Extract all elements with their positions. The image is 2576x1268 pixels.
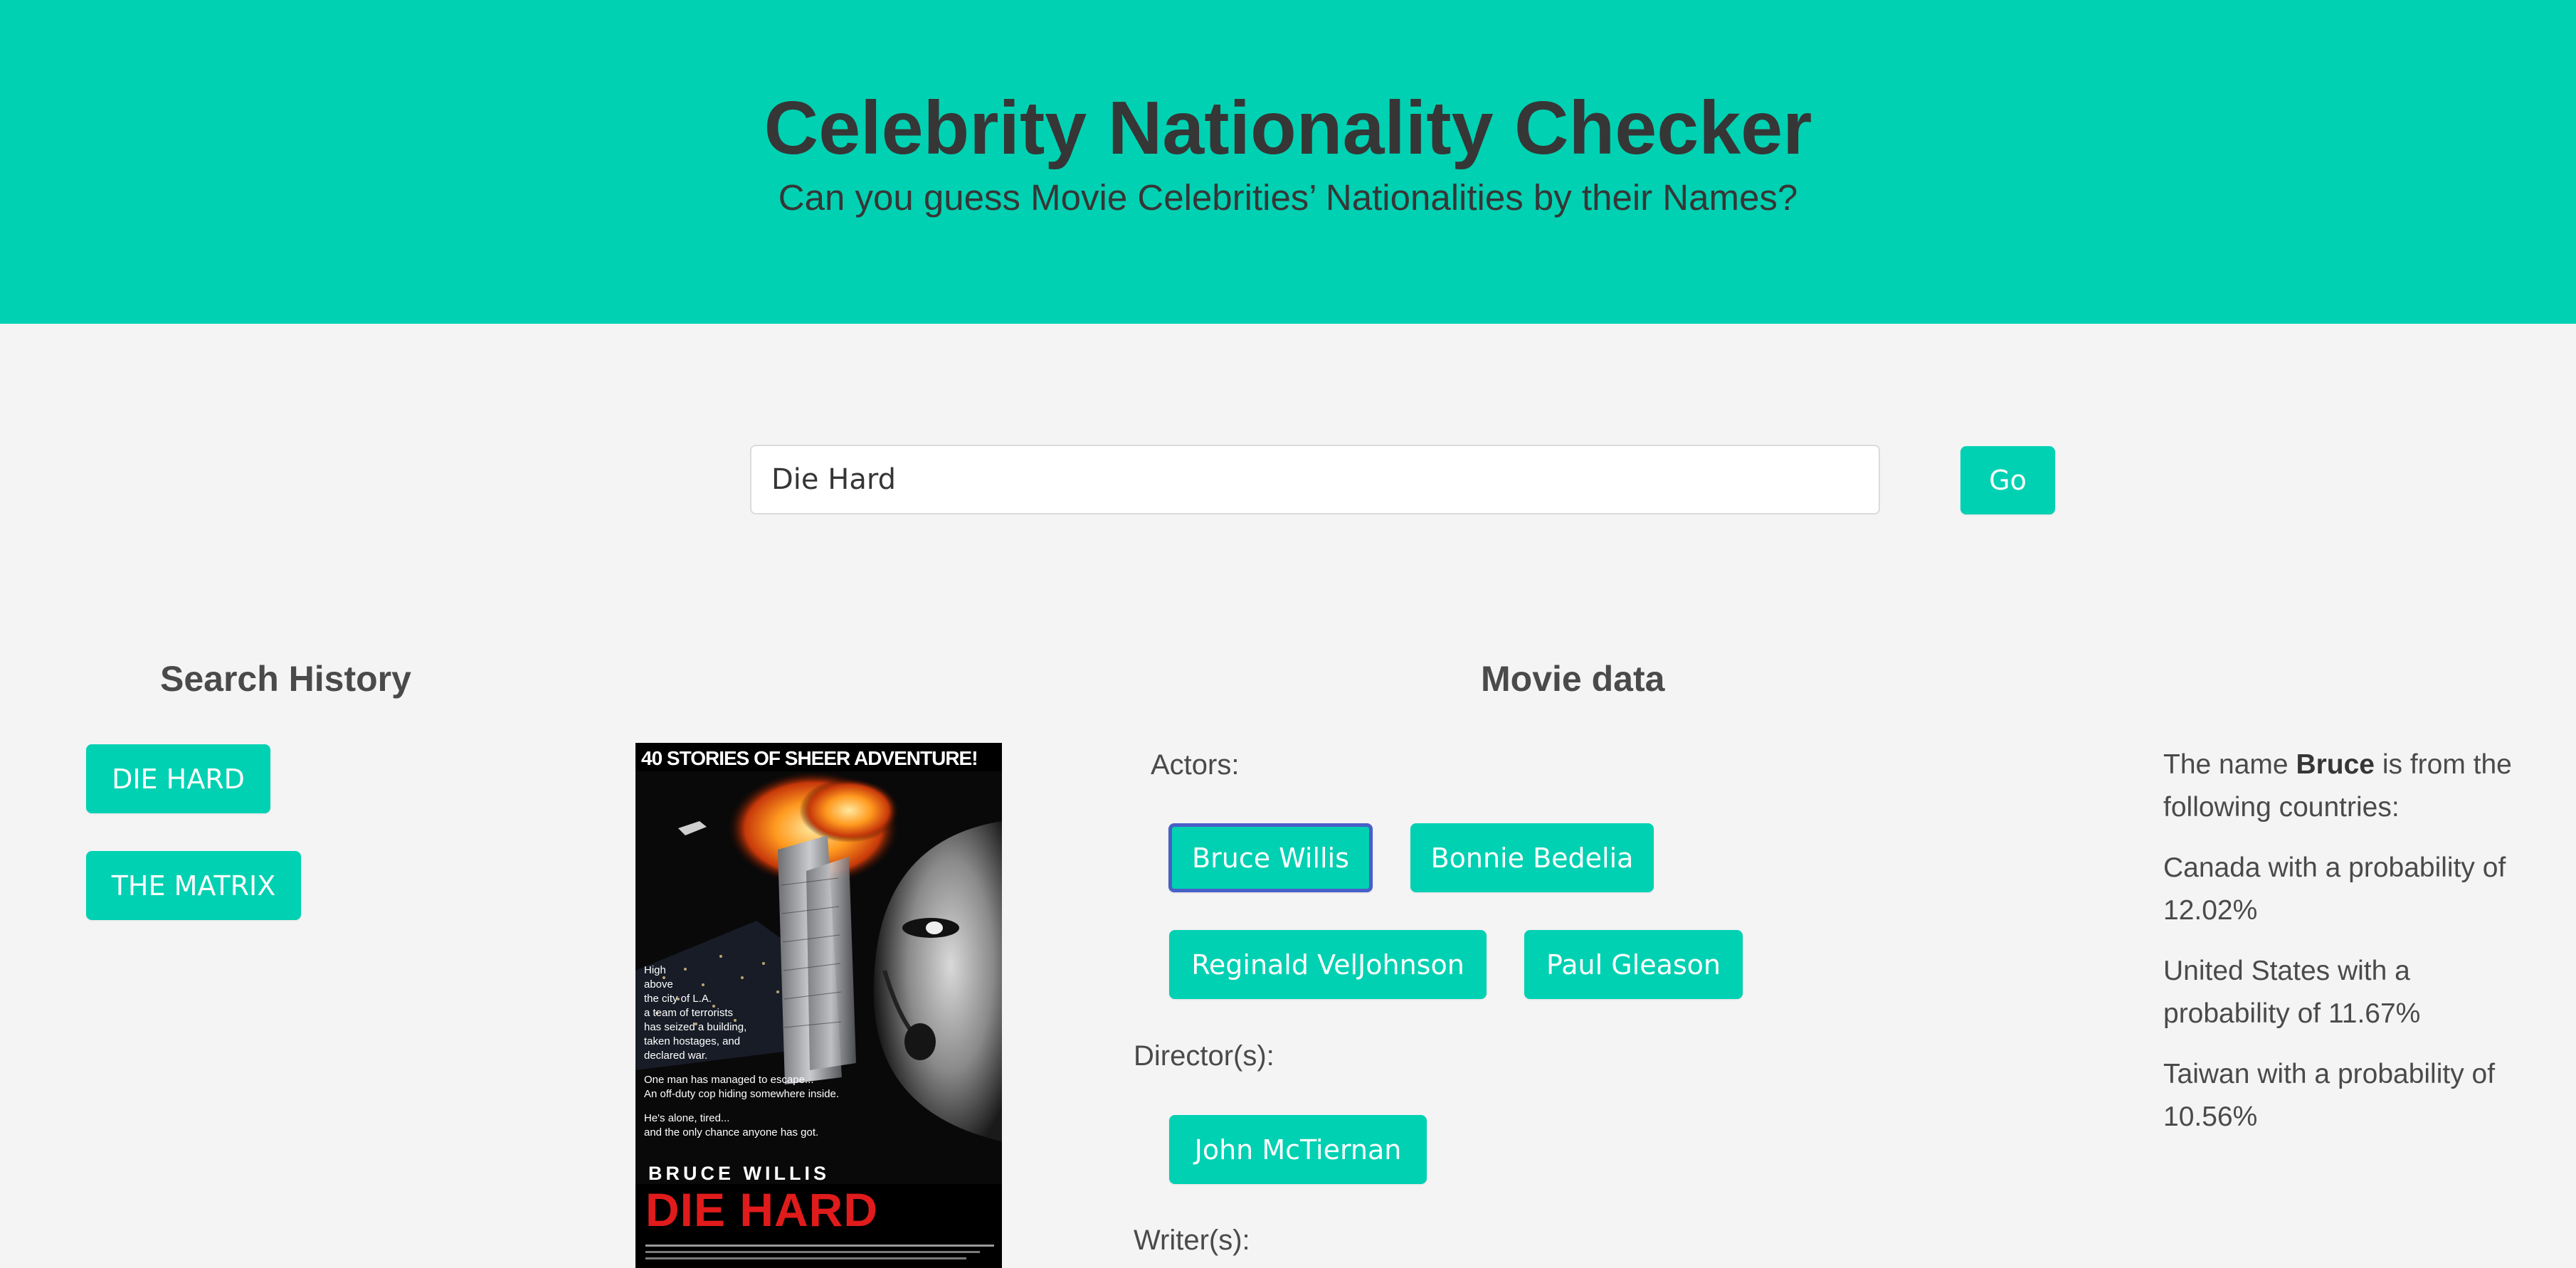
movie-poster: 40 STORIES OF SHEER ADVENTURE! High abov… xyxy=(635,743,1002,1268)
poster-blurb-line: the city of L.A. xyxy=(644,993,712,1005)
poster-movie-title: DIE HARD xyxy=(645,1183,879,1236)
nationality-result: Canada with a probability of 12.02% xyxy=(2163,852,2506,926)
poster-blurb-line: One man has managed to escape... xyxy=(644,1074,814,1086)
poster-blurb-line: taken hostages, and xyxy=(644,1035,741,1047)
poster-blurb-line: declared war. xyxy=(644,1050,708,1062)
poster-blurb-line: above xyxy=(644,978,673,990)
poster-blurb-line: He's alone, tired... xyxy=(644,1112,730,1124)
poster-blurb-line: has seized a building, xyxy=(644,1021,747,1033)
movie-search-input[interactable] xyxy=(750,445,1880,514)
poster-blurb-line: a team of terrorists xyxy=(644,1007,734,1019)
history-item-die-hard[interactable]: DIE HARD xyxy=(86,744,270,813)
poster-blurb: High above the city of L.A. a team of te… xyxy=(644,963,839,1140)
search-history-title: Search History xyxy=(160,659,411,699)
nationality-result: Taiwan with a probability of 10.56% xyxy=(2163,1059,2496,1132)
director-button-john-mctiernan[interactable]: John McTiernan xyxy=(1169,1115,1427,1184)
selected-name: Bruce xyxy=(2296,749,2375,780)
go-button[interactable]: Go xyxy=(1960,446,2055,514)
writers-label: Writer(s): xyxy=(1134,1225,1250,1256)
history-item-the-matrix[interactable]: THE MATRIX xyxy=(86,851,301,920)
page-subtitle: Can you guess Movie Celebrities’ Nationa… xyxy=(778,177,1798,218)
actor-button-bonnie-bedelia[interactable]: Bonnie Bedelia xyxy=(1410,823,1654,892)
poster-tagline: 40 STORIES OF SHEER ADVENTURE! xyxy=(641,747,978,769)
directors-label: Director(s): xyxy=(1134,1040,1274,1072)
poster-star: BRUCE WILLIS xyxy=(648,1163,830,1184)
poster-blurb-line: High xyxy=(644,964,666,976)
actors-label: Actors: xyxy=(1151,749,1240,781)
poster-blurb-line: An off-duty cop hiding somewhere inside. xyxy=(644,1088,840,1100)
actor-button-paul-gleason[interactable]: Paul Gleason xyxy=(1524,930,1743,999)
page-title: Celebrity Nationality Checker xyxy=(764,86,1812,170)
poster-blurb-line: and the only chance anyone has got. xyxy=(644,1126,819,1138)
actor-button-bruce-willis[interactable]: Bruce Willis xyxy=(1168,823,1373,892)
intro-prefix: The name xyxy=(2163,749,2296,780)
nationality-intro: The name Bruce is from the following cou… xyxy=(2163,744,2519,829)
poster-credits xyxy=(645,1245,994,1266)
nationality-result: United States with a probability of 11.6… xyxy=(2163,956,2421,1029)
hero-banner: Celebrity Nationality Checker Can you gu… xyxy=(0,0,2576,324)
actor-button-reginald-veljohnson[interactable]: Reginald VelJohnson xyxy=(1169,930,1487,999)
movie-data-title: Movie data xyxy=(1481,659,1665,699)
